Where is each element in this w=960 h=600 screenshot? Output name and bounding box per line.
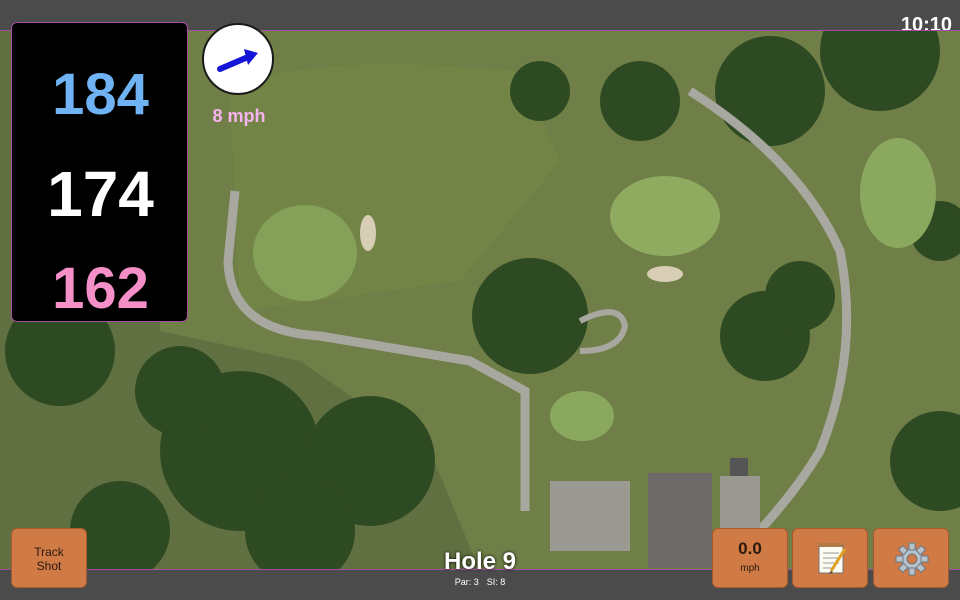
track-shot-label-line2: Shot <box>36 559 62 573</box>
track-shot-button[interactable]: Track Shot <box>11 528 87 588</box>
arrow-up-right-icon <box>217 49 258 72</box>
speed-value: 0.0 <box>738 539 762 558</box>
wind-speed: 8 mph <box>212 106 266 126</box>
gear-icon <box>895 542 929 576</box>
wind-indicator[interactable] <box>202 23 274 95</box>
hole-title: Hole 9 <box>443 548 517 575</box>
speed-unit: mph <box>740 563 760 574</box>
speed-button[interactable]: 0.0 mph <box>712 528 788 588</box>
back-distance: 184 <box>52 62 149 127</box>
hole-info: Par: 3 SI: 8 <box>400 577 560 587</box>
hole-par: Par: 3 <box>454 577 479 587</box>
hole-stroke-index: SI: 8 <box>486 577 506 587</box>
track-shot-label-line1: Track <box>34 545 64 559</box>
notepad-icon <box>818 543 847 574</box>
settings-button[interactable] <box>873 528 949 588</box>
middle-distance: 174 <box>47 158 154 230</box>
front-distance: 162 <box>52 256 149 321</box>
notes-button[interactable] <box>792 528 868 588</box>
distance-panel: 184 174 162 <box>11 22 188 322</box>
